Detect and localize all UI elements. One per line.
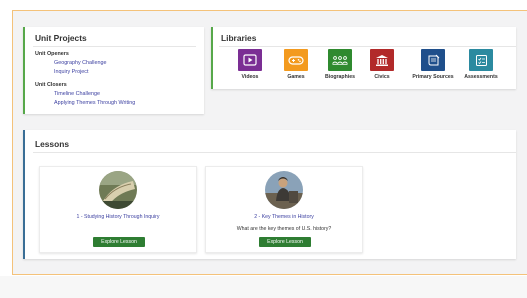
lesson-2-question: What are the key themes of U.S. history? bbox=[236, 226, 332, 232]
unit-projects-card: Unit Projects Unit Openers Geography Cha… bbox=[23, 27, 204, 114]
unit-projects-divider bbox=[33, 46, 196, 47]
geography-challenge-link[interactable]: Geography Challenge bbox=[54, 60, 106, 66]
lesson-2-thumbnail bbox=[265, 171, 303, 209]
unit-projects-title: Unit Projects bbox=[35, 33, 87, 43]
library-primary-sources-label: Primary Sources bbox=[412, 74, 454, 80]
unit-openers-label: Unit Openers bbox=[35, 51, 69, 57]
explore-lesson-button[interactable]: Explore Lesson bbox=[259, 237, 311, 247]
unit-closers-label: Unit Closers bbox=[35, 82, 67, 88]
people-icon bbox=[328, 49, 352, 71]
library-civics-label: Civics bbox=[374, 74, 390, 80]
library-assessments-label: Assessments bbox=[464, 74, 498, 80]
play-icon bbox=[238, 49, 262, 71]
libraries-title: Libraries bbox=[221, 33, 257, 43]
lessons-title: Lessons bbox=[35, 139, 69, 149]
checklist-icon bbox=[469, 49, 493, 71]
lesson-2-title[interactable]: 2 - Key Themes in History bbox=[206, 214, 362, 220]
lesson-1-title[interactable]: 1 - Studying History Through Inquiry bbox=[40, 214, 196, 220]
library-primary-sources[interactable]: Primary Sources bbox=[406, 49, 460, 80]
lesson-card-1[interactable]: 1 - Studying History Through Inquiry Exp… bbox=[39, 166, 197, 253]
lesson-card-2[interactable]: 2 - Key Themes in History What are the k… bbox=[205, 166, 363, 253]
gamepad-icon bbox=[284, 49, 308, 71]
inquiry-project-link[interactable]: Inquiry Project bbox=[54, 69, 88, 75]
libraries-divider bbox=[219, 46, 516, 47]
libraries-card: Libraries Videos Games Biographies Civic… bbox=[211, 27, 516, 89]
document-icon bbox=[421, 49, 445, 71]
timeline-challenge-link[interactable]: Timeline Challenge bbox=[54, 91, 100, 97]
explore-lesson-button[interactable]: Explore Lesson bbox=[93, 237, 145, 247]
library-civics[interactable]: Civics bbox=[355, 49, 409, 80]
lessons-divider bbox=[33, 152, 516, 153]
lesson-1-thumbnail bbox=[99, 171, 137, 209]
lessons-card: Lessons 1 - Studying History Through Inq… bbox=[23, 130, 516, 259]
applying-themes-link[interactable]: Applying Themes Through Writing bbox=[54, 100, 135, 106]
building-icon bbox=[370, 49, 394, 71]
page-bottom bbox=[0, 276, 527, 298]
library-assessments[interactable]: Assessments bbox=[454, 49, 508, 80]
